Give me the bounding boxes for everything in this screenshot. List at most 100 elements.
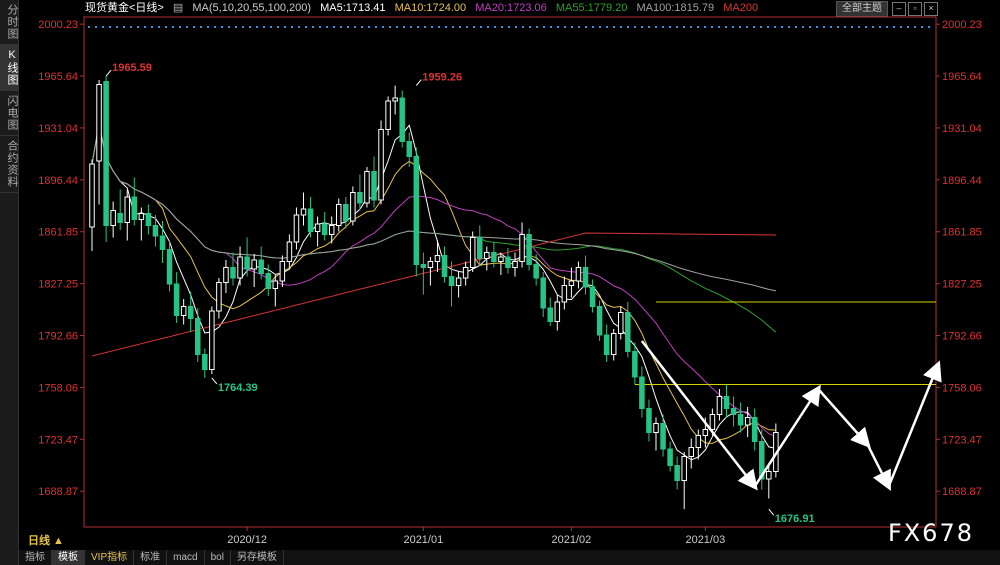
- period-label[interactable]: 日线 ▲: [28, 532, 64, 548]
- candle-body-down: [526, 234, 532, 265]
- candle-body-down: [674, 465, 680, 481]
- candle: [195, 308, 201, 362]
- price-annotation: 1959.26: [422, 72, 462, 84]
- tab-macd[interactable]: macd: [167, 550, 205, 565]
- candle-body-down: [343, 204, 349, 222]
- candle-body-up: [124, 196, 130, 223]
- pattern-arrow: [866, 443, 891, 491]
- candle-body-up: [462, 267, 469, 279]
- candle: [554, 294, 561, 331]
- candle-body-down: [596, 306, 603, 336]
- tab-standard[interactable]: 标准: [134, 550, 168, 565]
- candle: [293, 207, 300, 250]
- candle-body-down: [448, 276, 455, 286]
- candle-body-up: [702, 429, 709, 436]
- price-annotation: 1676.91: [775, 513, 815, 525]
- y-tick-label-left: 1965.64: [38, 71, 78, 83]
- y-tick-label-right: 1688.87: [942, 486, 982, 498]
- candle-body-down: [737, 414, 744, 426]
- candle: [603, 324, 610, 362]
- pattern-arrow: [887, 360, 942, 487]
- candle: [300, 192, 307, 226]
- candle-body-up: [498, 256, 504, 262]
- ma5-line: [91, 124, 777, 461]
- candle: [103, 76, 109, 242]
- candle-body-down: [603, 334, 610, 355]
- x-tick-label: 2021/03: [685, 534, 725, 546]
- price-annotation: 1965.59: [112, 62, 152, 74]
- tab-save-template[interactable]: 另存模板: [231, 550, 284, 565]
- candle-body-up: [469, 237, 476, 268]
- candle: [117, 189, 123, 230]
- candle: [462, 261, 469, 286]
- candlestick-chart[interactable]: 2000.23 2000.23 1965.64 1965.64 1931.04 1931.…: [0, 0, 1000, 565]
- candle: [392, 85, 398, 115]
- candle-body-down: [371, 171, 377, 201]
- candle: [180, 299, 187, 325]
- candle: [751, 408, 758, 451]
- candle-body-down: [265, 273, 271, 289]
- candle: [223, 260, 229, 293]
- candle-body-down: [533, 264, 539, 279]
- candle-body-down: [723, 396, 730, 409]
- plot-frame: [83, 16, 937, 528]
- candle-body-up: [364, 171, 370, 204]
- candle-body-up: [251, 259, 257, 270]
- candle-body-down: [632, 351, 638, 378]
- candle-body-up: [575, 267, 582, 282]
- candle: [575, 261, 582, 289]
- y-tick-label-right: 1931.04: [942, 123, 982, 135]
- y-tick-label-left: 2000.23: [38, 19, 78, 31]
- price-annotation: 1764.39: [218, 382, 258, 394]
- tab-indicators[interactable]: 指标: [19, 550, 52, 565]
- candle: [526, 228, 532, 271]
- candle-body-up: [223, 267, 229, 283]
- candle: [674, 456, 680, 490]
- candle-body-up: [279, 261, 286, 282]
- candle-body-down: [505, 256, 511, 268]
- candle: [131, 177, 138, 226]
- candle: [258, 246, 264, 280]
- candle-body-down: [420, 264, 427, 268]
- y-tick-label-left: 1723.47: [38, 434, 78, 446]
- candle-body-up: [610, 333, 617, 355]
- candle-body-down: [307, 208, 314, 232]
- candle: [124, 189, 130, 241]
- candle: [336, 198, 342, 232]
- candle-body-up: [314, 223, 321, 232]
- tab-vip-indicators[interactable]: VIP指标: [85, 550, 135, 565]
- pattern-arrow: [640, 340, 758, 491]
- candle-body-down: [131, 196, 138, 220]
- ma10-line: [91, 124, 776, 444]
- candle-body-up: [180, 306, 187, 316]
- candle-body-up: [653, 423, 659, 433]
- candle: [152, 215, 159, 247]
- candle: [187, 291, 194, 332]
- y-tick-label-right: 1723.47: [942, 434, 982, 446]
- tab-template[interactable]: 模板: [52, 550, 85, 565]
- candle: [244, 237, 250, 277]
- y-tick-label-left: 1931.04: [38, 123, 78, 135]
- annotation-leader: [105, 69, 112, 77]
- candle-body-down: [117, 213, 123, 223]
- candle-body-down: [230, 267, 236, 279]
- candle-body-up: [385, 100, 391, 130]
- tab-bol[interactable]: bol: [205, 550, 231, 565]
- candle-body-up: [744, 417, 751, 426]
- candle: [561, 276, 568, 310]
- candle-body-down: [399, 97, 405, 142]
- candle: [166, 240, 173, 292]
- candle-body-down: [152, 225, 159, 237]
- candle-body-down: [173, 283, 180, 316]
- candle: [279, 255, 286, 287]
- candle-body-up: [554, 301, 561, 322]
- candle: [89, 159, 95, 251]
- candle: [385, 96, 391, 136]
- candle-body-up: [688, 447, 694, 457]
- ma20-line: [91, 124, 777, 437]
- candle-body-up: [209, 310, 215, 370]
- y-tick-label-left: 1827.25: [38, 279, 78, 291]
- y-tick-label-left: 1688.87: [38, 486, 78, 498]
- candle-body-up: [695, 435, 702, 448]
- x-tick-label: 2021/01: [403, 534, 443, 546]
